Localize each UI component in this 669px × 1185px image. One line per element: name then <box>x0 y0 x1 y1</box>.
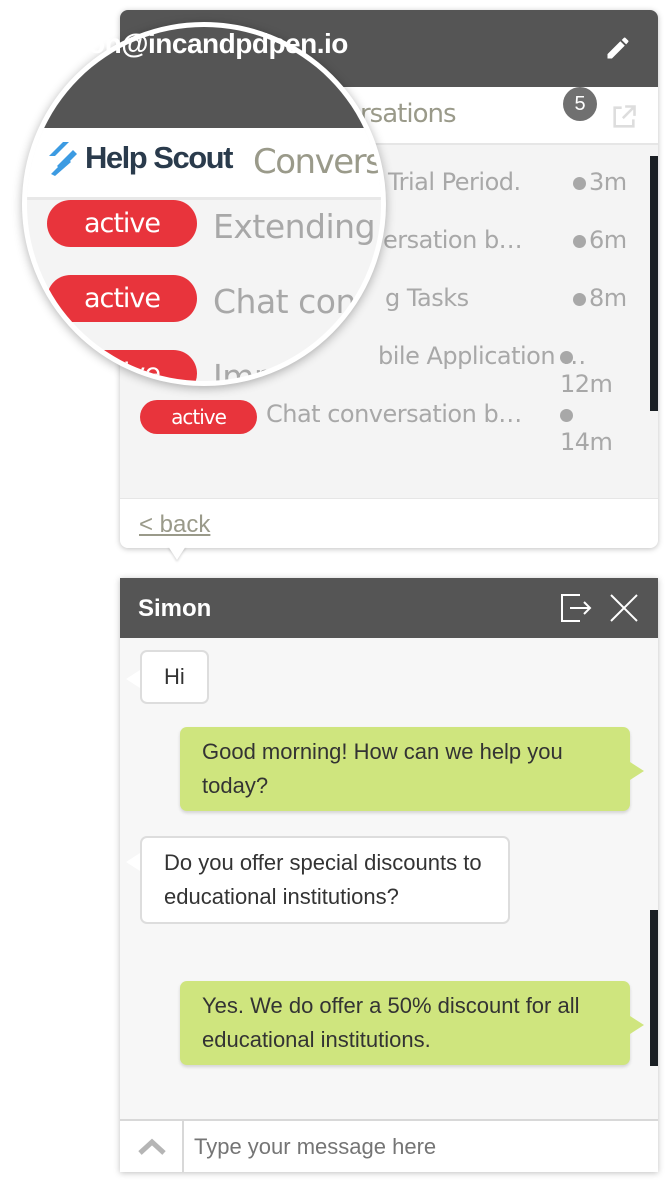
panel-footer: < back <box>120 498 658 548</box>
exit-icon[interactable] <box>560 593 592 623</box>
back-link[interactable]: < back <box>139 511 210 539</box>
scrollbar[interactable] <box>650 156 658 411</box>
conversation-title: Trial Period. <box>388 168 521 196</box>
panel-pointer <box>168 546 186 560</box>
conversation-title: ersation b… <box>383 226 523 254</box>
conversation-time: 12m <box>560 342 628 398</box>
composer <box>120 1119 658 1172</box>
chat-window: Simon Hi Good morning! How can we help y… <box>120 578 658 1172</box>
pencil-icon[interactable] <box>604 34 632 62</box>
visitor-message: Do you offer special discounts to educat… <box>140 836 510 924</box>
chevron-up-icon <box>138 1138 166 1155</box>
magnified-title: Convers <box>253 142 382 182</box>
expand-button[interactable] <box>120 1121 184 1172</box>
conversation-title: bile Application … <box>378 342 586 370</box>
close-icon[interactable] <box>609 593 639 623</box>
external-link-icon[interactable] <box>610 103 638 131</box>
account-email: on@incandpdpen.io <box>88 28 348 59</box>
conversation-count-badge: 5 <box>563 87 597 121</box>
chat-contact-name: Simon <box>138 595 212 622</box>
chat-scrollbar[interactable] <box>650 910 658 1066</box>
status-badge: active <box>140 400 257 434</box>
bubble-tail <box>630 762 644 780</box>
conversation-time: 14m <box>560 400 628 456</box>
helpscout-logo-icon <box>49 142 77 176</box>
chat-header: Simon <box>120 578 658 638</box>
agent-message: Good morning! How can we help you today? <box>180 727 630 811</box>
helpscout-logo: Help Scout <box>85 140 233 175</box>
magnified-subheader: Help Scout Convers <box>27 128 382 200</box>
agent-message: Yes. We do offer a 50% discount for all … <box>180 981 630 1065</box>
conversation-title: Chat conversation b… <box>266 400 522 428</box>
conversation-time: 3m <box>573 168 628 196</box>
magnifier-lens: Help Scout Convers active Extending T ac… <box>22 22 386 386</box>
status-badge: active <box>47 200 197 247</box>
status-badge: active <box>47 350 197 381</box>
status-badge: active <box>47 275 197 322</box>
visitor-message: Hi <box>140 650 209 704</box>
conversation-time: 8m <box>573 284 628 312</box>
conversation-time: 6m <box>573 226 628 254</box>
bubble-tail <box>126 670 140 688</box>
message-input[interactable] <box>186 1121 656 1172</box>
conversation-title: g Tasks <box>385 284 469 312</box>
magnified-conversation-title: Extending T <box>213 207 386 246</box>
bubble-tail <box>126 853 140 871</box>
bubble-tail <box>630 1016 644 1034</box>
magnified-conversation-title: Chat conv <box>213 282 375 321</box>
